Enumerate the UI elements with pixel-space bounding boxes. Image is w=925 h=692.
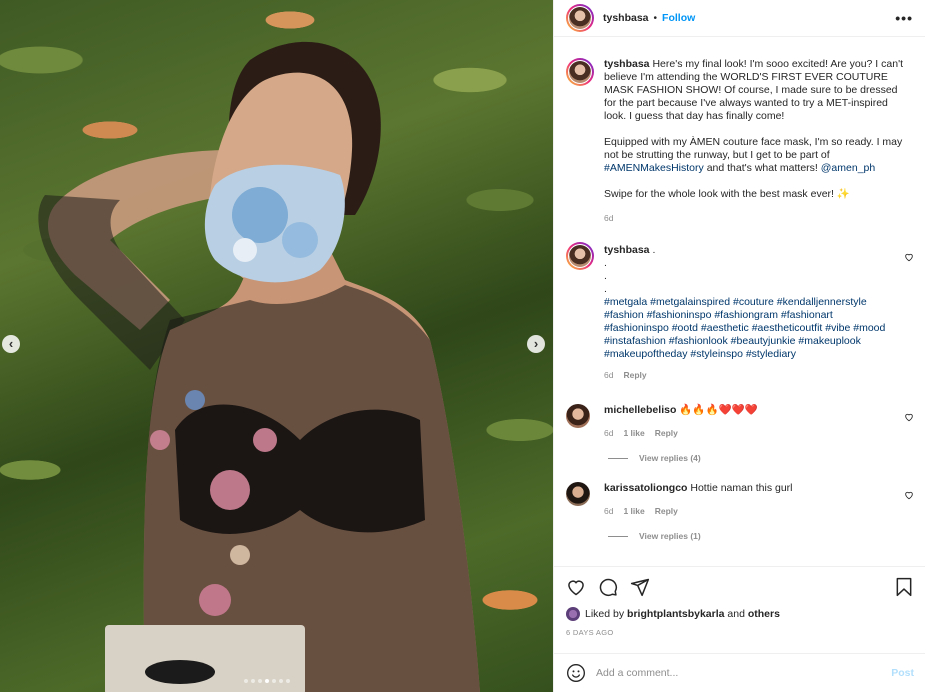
- follow-button[interactable]: Follow: [662, 12, 695, 24]
- reply-button[interactable]: Reply: [623, 369, 646, 382]
- share-paper-plane-icon[interactable]: [630, 577, 650, 597]
- carousel-dot: [265, 679, 269, 683]
- caption-avatar[interactable]: [566, 58, 594, 86]
- photo-figure: [38, 41, 480, 692]
- carousel-next-button[interactable]: ›: [527, 335, 545, 353]
- divider-line: [608, 535, 628, 537]
- comment-item: karissatoliongco Hottie naman this gurl …: [566, 482, 914, 518]
- commenter-avatar[interactable]: [566, 404, 590, 428]
- like-comment-heart-icon[interactable]: [904, 412, 914, 422]
- carousel-indicator: [244, 679, 290, 683]
- mention-link[interactable]: @amen_ph: [821, 162, 875, 174]
- comments-list[interactable]: tyshbasa Here's my final look! I'm sooo …: [554, 46, 925, 565]
- post-photo[interactable]: ‹ ›: [0, 0, 553, 692]
- reply-button[interactable]: Reply: [655, 427, 678, 440]
- carousel-dot: [244, 679, 248, 683]
- hashtags-text[interactable]: #metgala #metgalainspired #couture #kend…: [604, 296, 892, 361]
- post-timestamp[interactable]: 6 DAYS AGO: [566, 628, 914, 637]
- more-options-icon[interactable]: •••: [895, 10, 913, 26]
- add-comment-bar: Post: [554, 653, 925, 692]
- carousel-dot: [251, 679, 255, 683]
- author-avatar[interactable]: [566, 4, 594, 32]
- post-header: tyshbasa • Follow •••: [554, 0, 925, 37]
- header-separator: •: [653, 12, 658, 24]
- post-comment-button[interactable]: Post: [891, 667, 914, 679]
- liked-by: Liked by brightplantsbykarla and others: [566, 607, 914, 621]
- comment-time[interactable]: 6d: [604, 505, 613, 518]
- comment-likes[interactable]: 1 like: [623, 505, 644, 518]
- commenter-avatar[interactable]: [566, 482, 590, 506]
- save-bookmark-icon[interactable]: [894, 577, 914, 597]
- divider-line: [608, 457, 628, 459]
- post-actions: Liked by brightplantsbykarla and others …: [554, 566, 925, 637]
- commenter-username[interactable]: michellebeliso: [604, 404, 676, 416]
- caption-time[interactable]: 6d: [604, 212, 613, 225]
- comment-item: tyshbasa . . . . #metgala #metgalainspir…: [566, 242, 914, 382]
- caption-username[interactable]: tyshbasa: [604, 58, 650, 70]
- like-comment-heart-icon[interactable]: [904, 490, 914, 500]
- commenter-username[interactable]: karissatoliongco: [604, 482, 687, 494]
- view-replies-button[interactable]: View replies (4): [608, 453, 914, 463]
- comment-item: michellebeliso 🔥🔥🔥❤️❤️❤️ 6d 1 like Reply: [566, 404, 914, 440]
- author-username[interactable]: tyshbasa: [603, 12, 649, 24]
- caption-paragraph-3: Swipe for the whole look with the best m…: [604, 188, 850, 200]
- comment-input[interactable]: [596, 667, 892, 679]
- post-side-panel: tyshbasa • Follow ••• tyshbasa Here's my…: [553, 0, 925, 692]
- likes-others-link[interactable]: others: [748, 608, 780, 620]
- comment-likes[interactable]: 1 like: [623, 427, 644, 440]
- caption-paragraph-1: tyshbasa Here's my final look! I'm sooo …: [604, 58, 903, 122]
- carousel-dot: [272, 679, 276, 683]
- reply-button[interactable]: Reply: [655, 505, 678, 518]
- carousel-dot: [258, 679, 262, 683]
- hashtag-link[interactable]: #AMENMakesHistory: [604, 162, 704, 174]
- carousel-dot: [279, 679, 283, 683]
- carousel-dot: [286, 679, 290, 683]
- comment-time[interactable]: 6d: [604, 427, 613, 440]
- liker-avatar[interactable]: [566, 607, 580, 621]
- commenter-username[interactable]: tyshbasa: [604, 244, 650, 256]
- commenter-avatar[interactable]: [566, 242, 594, 270]
- comment-bubble-icon[interactable]: [598, 577, 618, 597]
- carousel-prev-button[interactable]: ‹: [2, 335, 20, 353]
- caption: tyshbasa Here's my final look! I'm sooo …: [566, 58, 914, 225]
- like-comment-heart-icon[interactable]: [904, 252, 914, 262]
- like-heart-icon[interactable]: [566, 577, 586, 597]
- view-replies-button[interactable]: View replies (1): [608, 531, 914, 541]
- comment-time[interactable]: 6d: [604, 369, 613, 382]
- emoji-icon[interactable]: [566, 663, 586, 683]
- caption-paragraph-2: Equipped with my ÀMEN couture face mask,…: [604, 136, 903, 174]
- liker-username[interactable]: brightplantsbykarla: [627, 608, 724, 620]
